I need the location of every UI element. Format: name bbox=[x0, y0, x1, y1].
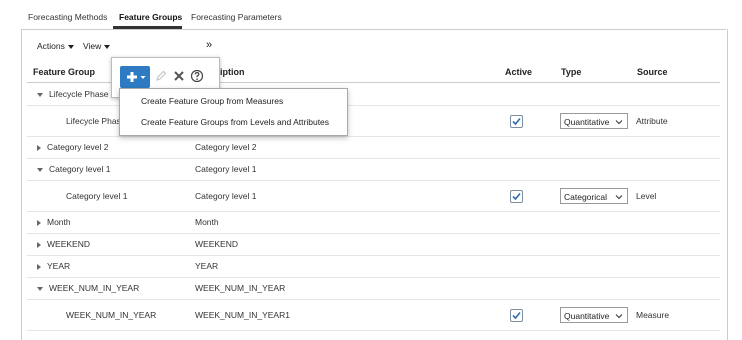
feature-group-cell: Month bbox=[37, 217, 71, 227]
expand-down-icon[interactable] bbox=[37, 167, 43, 172]
delete-icon[interactable] bbox=[173, 70, 185, 82]
active-checkbox[interactable] bbox=[510, 309, 523, 322]
feature-group-name: Category level 1 bbox=[66, 191, 128, 201]
feature-group-name: WEEK_NUM_IN_YEAR bbox=[66, 310, 157, 320]
description-cell: WEEK_NUM_IN_YEAR1 bbox=[195, 310, 290, 320]
feature-group-name: WEEK_NUM_IN_YEAR bbox=[49, 283, 140, 293]
type-select-value: Quantitative bbox=[564, 311, 610, 321]
column-header-active[interactable]: Active bbox=[505, 67, 532, 77]
checkmark-icon bbox=[512, 117, 521, 126]
feature-group-name: Category level 1 bbox=[49, 164, 111, 174]
type-select-value: Quantitative bbox=[564, 117, 610, 127]
feature-group-name: Month bbox=[47, 217, 71, 227]
actions-label: Actions bbox=[37, 41, 65, 51]
chevron-down-icon bbox=[104, 44, 111, 49]
add-dropdown-menu: Create Feature Group from Measures Creat… bbox=[119, 88, 348, 136]
table-row[interactable]: WEEK_NUM_IN_YEAR WEEK_NUM_IN_YEAR bbox=[27, 277, 720, 300]
type-select[interactable]: Quantitative bbox=[560, 113, 628, 129]
feature-group-name: WEEKEND bbox=[47, 239, 90, 249]
description-cell: Category level 1 bbox=[195, 191, 257, 201]
source-cell: Attribute bbox=[636, 116, 668, 126]
active-checkbox[interactable] bbox=[510, 190, 523, 203]
feature-group-cell: Lifecycle Phase bbox=[66, 116, 126, 126]
chevron-down-icon bbox=[615, 314, 623, 319]
tab-divider bbox=[21, 29, 726, 30]
description-cell: YEAR bbox=[195, 261, 219, 271]
view-menu[interactable]: View bbox=[83, 41, 111, 51]
feature-group-cell: WEEK_NUM_IN_YEAR bbox=[66, 310, 156, 320]
feature-group-cell: Category level 2 bbox=[37, 142, 108, 152]
chevron-down-icon bbox=[615, 195, 623, 200]
column-header-source[interactable]: Source bbox=[637, 67, 668, 77]
feature-group-name: YEAR bbox=[47, 261, 71, 271]
expand-down-icon[interactable] bbox=[37, 286, 43, 291]
add-button[interactable] bbox=[120, 66, 150, 88]
description-cell: WEEKEND bbox=[195, 239, 238, 249]
table-row[interactable]: Month Month bbox=[27, 211, 720, 234]
checkmark-icon bbox=[512, 311, 521, 320]
source-cell: Measure bbox=[636, 310, 670, 320]
feature-group-name: Lifecycle Phase bbox=[49, 89, 109, 99]
tab-forecasting-parameters[interactable]: Forecasting Parameters bbox=[191, 12, 282, 22]
source-cell: Level bbox=[636, 191, 657, 201]
menu-item-create-from-measures[interactable]: Create Feature Group from Measures bbox=[141, 96, 283, 106]
active-checkbox[interactable] bbox=[510, 115, 523, 128]
feature-group-cell: WEEK_NUM_IN_YEAR bbox=[37, 283, 139, 293]
feature-group-cell: Category level 1 bbox=[66, 191, 127, 201]
description-cell: Category level 1 bbox=[195, 164, 257, 174]
feature-group-cell: YEAR bbox=[37, 261, 70, 271]
menu-item-create-from-levels-attributes[interactable]: Create Feature Groups from Levels and At… bbox=[141, 117, 329, 127]
table-row[interactable]: YEAR YEAR bbox=[27, 255, 720, 278]
table-row[interactable]: Category level 1 Category level 1 bbox=[27, 158, 720, 181]
type-select[interactable]: Categorical bbox=[560, 188, 628, 204]
feature-group-cell: WEEKEND bbox=[37, 239, 90, 249]
expand-right-icon[interactable] bbox=[37, 219, 41, 226]
description-cell: Month bbox=[195, 217, 219, 227]
feature-group-cell: Category level 1 bbox=[37, 164, 110, 174]
description-cell: WEEK_NUM_IN_YEAR bbox=[195, 283, 286, 293]
chevron-down-icon bbox=[67, 44, 74, 49]
feature-group-name: Category level 2 bbox=[47, 142, 109, 152]
chevron-down-icon bbox=[615, 120, 623, 125]
tab-feature-groups[interactable]: Feature Groups bbox=[119, 12, 182, 22]
toolbar-overflow-button[interactable]: » bbox=[206, 39, 212, 51]
table-row[interactable]: Category level 1 Category level 1 Categori… bbox=[27, 180, 720, 212]
help-icon[interactable] bbox=[190, 69, 204, 83]
edit-icon[interactable] bbox=[155, 70, 167, 82]
feature-group-cell: Lifecycle Phase bbox=[37, 89, 109, 99]
view-label: View bbox=[83, 41, 102, 51]
column-header-feature-group[interactable]: Feature Group bbox=[33, 67, 95, 77]
table-row[interactable]: WEEK_NUM_IN_YEAR WEEK_NUM_IN_YEAR1 Quantit… bbox=[27, 299, 720, 331]
column-header-type[interactable]: Type bbox=[561, 67, 581, 77]
checkmark-icon bbox=[512, 192, 521, 201]
tab-bar: Forecasting Methods Feature Groups Forec… bbox=[0, 0, 742, 30]
tab-forecasting-methods[interactable]: Forecasting Methods bbox=[28, 12, 107, 22]
expand-right-icon[interactable] bbox=[37, 144, 41, 151]
table-row[interactable]: WEEKEND WEEKEND bbox=[27, 233, 720, 256]
table-row[interactable]: Category level 2 Category level 2 bbox=[27, 136, 720, 159]
add-icon bbox=[127, 72, 146, 82]
expand-right-icon[interactable] bbox=[37, 241, 41, 248]
description-cell: Category level 2 bbox=[195, 142, 257, 152]
actions-menu[interactable]: Actions bbox=[37, 41, 74, 51]
feature-group-name: Lifecycle Phase bbox=[66, 116, 126, 126]
type-select[interactable]: Quantitative bbox=[560, 307, 628, 323]
expand-right-icon[interactable] bbox=[37, 263, 41, 270]
type-select-value: Categorical bbox=[564, 192, 607, 202]
expand-down-icon[interactable] bbox=[37, 92, 43, 97]
